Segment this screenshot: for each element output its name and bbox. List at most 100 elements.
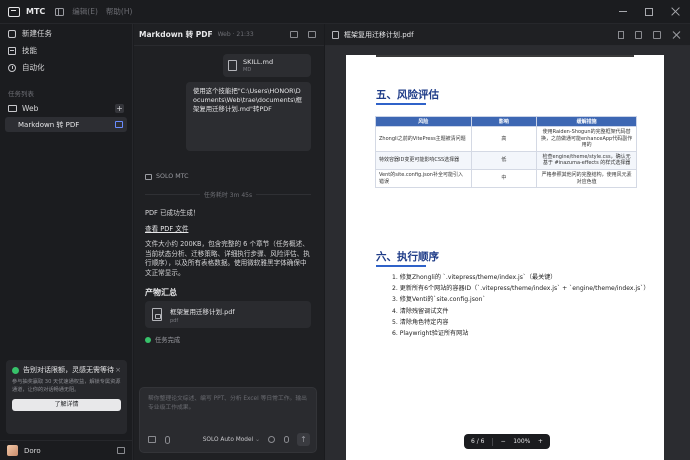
view-pdf-link[interactable]: 查看 PDF 文件 [145, 225, 188, 233]
user-message: 使用这个技能把"C:\Users\HONOR\Documents\Web\tra… [186, 82, 311, 151]
pin-icon[interactable] [618, 30, 624, 39]
table-row: Zhongli之前的VitePress主题被清问题 高 使用Raiden-Sho… [375, 126, 637, 152]
sidebar-item-new-task[interactable]: 新建任务 [0, 25, 132, 42]
task-label: Markdown 转 PDF [18, 120, 80, 129]
status-text: 任务完成 [155, 337, 181, 344]
task-item-markdown-pdf[interactable]: Markdown 转 PDF [5, 117, 127, 132]
artifacts-title: 产物汇总 [145, 288, 177, 297]
file-ext: MD [243, 67, 252, 73]
minimize-icon[interactable] [619, 11, 627, 12]
skill-icon [8, 46, 16, 55]
title-bar: MTC 编辑(E) 帮助(H) [0, 0, 690, 24]
artifact-pdf[interactable]: 框架复用迁移计划.pdf pdf [145, 301, 311, 328]
section-6-title: 六、执行顺序 [376, 251, 439, 263]
table-cell: 中 [470, 168, 538, 189]
agent-logo-icon [145, 173, 152, 180]
terminal-icon[interactable] [290, 31, 298, 38]
message-input[interactable] [148, 395, 310, 421]
close-window-icon[interactable] [671, 7, 680, 16]
table-header: 风险 [375, 116, 472, 127]
avatar[interactable] [7, 445, 18, 456]
artifact-name: 框架复用迁移计划.pdf [170, 307, 235, 316]
sidebar-item-skills[interactable]: 技能 [0, 42, 132, 59]
sidebar-item-label: 新建任务 [22, 29, 52, 38]
composer: SOLO Auto Model⌄ ↑ [139, 387, 317, 453]
table-header: 影响 [470, 116, 538, 127]
zoom-in-button[interactable]: + [538, 438, 543, 445]
table-row: Vent的site.config.json补全可能引入错误 中 严格参照其他问的… [375, 168, 637, 189]
panel-icon[interactable] [117, 447, 125, 454]
folder-web[interactable]: Web + [0, 100, 132, 116]
app-name: MTC [26, 7, 46, 16]
app-logo-icon [8, 6, 20, 17]
table-cell: 使用Raiden-Shogun的完整框架代码替换，之前做通可能enhanceAp… [536, 126, 637, 152]
new-task-icon [8, 29, 16, 38]
microphone-icon[interactable] [284, 436, 289, 443]
task-list-label: 任务列表 [8, 90, 34, 98]
file-icon [228, 60, 237, 71]
chat-meta: Web · 21:33 [217, 31, 254, 38]
table-cell: 低 [470, 150, 538, 170]
folder-label: Web [22, 103, 39, 113]
mention-icon[interactable] [268, 436, 275, 443]
agent-header: SOLO MTC [145, 173, 189, 180]
list-item: 5. 清除角色特定内容 [392, 318, 449, 326]
pdf-file-icon [332, 30, 339, 39]
promo-title: 告别对话限额，灵感无需等待 [23, 366, 114, 374]
list-item: 4. 清除残留调试文件 [392, 307, 449, 315]
promo-text: 参与抽奖赢取 30 天优速通权益，解锁专属资源通道，让你的对话畅通无阻。 [12, 379, 121, 393]
task-elapsed: 任务耗时 3m 45s [145, 190, 311, 199]
automation-icon [8, 63, 16, 72]
file-name: SKILL.md [243, 58, 274, 66]
list-item: 3. 修复Venti的`site.config.json` [392, 296, 486, 304]
panel-toggle-icon[interactable] [308, 31, 316, 38]
table-cell: 检查engine/theme/style.css，确认无基于 #inazuma-… [536, 150, 637, 170]
list-item: 6. Playwright验证所有网站 [392, 330, 469, 338]
zoom-out-button[interactable]: − [501, 438, 506, 445]
reply-line: PDF 已成功生成！ [145, 209, 200, 217]
pdf-pager: 6 / 6 − 100% + [464, 434, 550, 449]
preview-filename: 框架复用迁移计划.pdf [344, 30, 414, 39]
table-cell: Vent的site.config.json补全可能引入错误 [375, 168, 472, 189]
maximize-icon[interactable] [645, 7, 653, 16]
chevron-down-icon: ⌄ [255, 436, 260, 443]
sidebar: 新建任务 技能 自动化 任务列表 Web + Markdown 转 PDF 告别… [0, 24, 133, 460]
pdf-page: 五、风险评估 风险 影响 缓解措施 Zhongli之前的VitePress主题被… [346, 55, 664, 460]
steps-list: 1. 修复Zhongli的 `.vitepress/theme/index.js… [392, 272, 649, 339]
send-button[interactable]: ↑ [297, 433, 310, 446]
image-upload-icon[interactable] [148, 436, 156, 443]
menu-edit[interactable]: 编辑(E) [72, 6, 98, 17]
attached-file-chip[interactable]: SKILL.md MD [223, 54, 311, 77]
promo-learn-more-button[interactable]: 了解详情 [12, 399, 121, 411]
elapsed-text: 任务耗时 3m 45s [203, 192, 253, 199]
sidebar-item-label: 自动化 [22, 63, 45, 72]
window-controls [619, 7, 680, 16]
table-cell: 高 [470, 126, 538, 152]
chat-header: Markdown 转 PDF Web · 21:33 [134, 24, 324, 46]
promo-close-button[interactable]: × [115, 366, 121, 374]
artifact-ext: pdf [170, 317, 179, 324]
task-panel-icon [115, 121, 123, 128]
pdf-preview-panel: 框架复用迁移计划.pdf 五、风险评估 风险 影响 缓解措施 Zhongli之前… [324, 24, 690, 460]
page-indicator[interactable]: 6 / 6 [471, 438, 484, 445]
table-cell: 特效容器ID变更可能影响CSS选择器 [375, 150, 472, 170]
model-label: SOLO Auto Model [202, 436, 254, 443]
attach-icon[interactable] [165, 435, 170, 444]
sidebar-toggle-icon[interactable] [55, 7, 65, 16]
user-row[interactable]: Doro [0, 440, 133, 460]
sidebar-item-automation[interactable]: 自动化 [0, 59, 132, 76]
chat-title: Markdown 转 PDF [139, 30, 213, 39]
add-task-button[interactable]: + [115, 103, 124, 113]
more-icon[interactable] [653, 30, 661, 39]
promo-badge-icon [12, 366, 19, 374]
folder-icon [8, 104, 17, 112]
download-icon[interactable] [635, 30, 642, 39]
promo-card: 告别对话限额，灵感无需等待 × 参与抽奖赢取 30 天优速通权益，解锁专属资源通… [6, 360, 127, 434]
menu-help[interactable]: 帮助(H) [106, 6, 133, 17]
close-preview-icon[interactable] [672, 31, 680, 39]
table-cell: 严格参照其他问的完整结构，使用风元素对应色值 [536, 168, 637, 189]
preview-header: 框架复用迁移计划.pdf [325, 24, 690, 46]
menu-bar: 编辑(E) 帮助(H) [72, 6, 132, 17]
risk-table: 风险 影响 缓解措施 Zhongli之前的VitePress主题被清问题 高 使… [375, 116, 637, 189]
model-selector[interactable]: SOLO Auto Model ⌄ [203, 437, 260, 443]
